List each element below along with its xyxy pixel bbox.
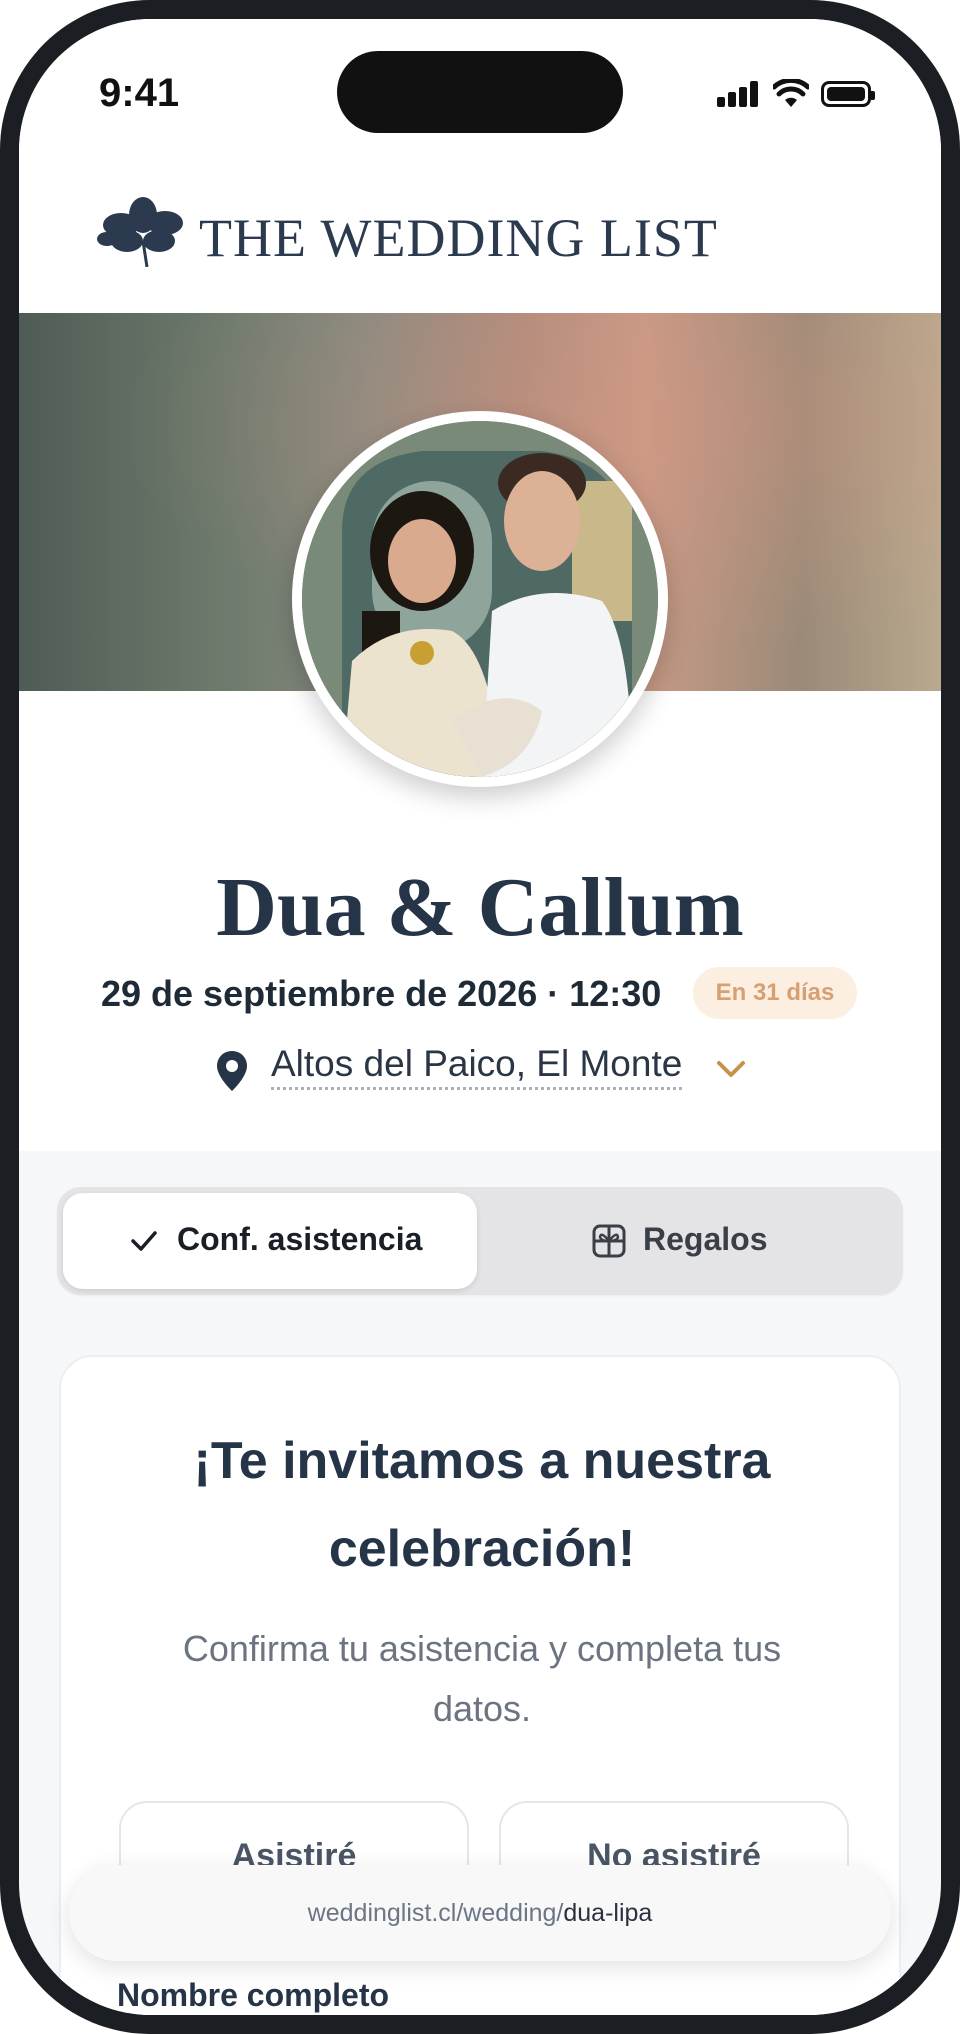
signal-icon	[717, 81, 759, 107]
couple-avatar	[292, 411, 668, 787]
brand-header[interactable]: THE WEDDING LIST	[19, 149, 941, 313]
invite-subtitle-line1: Confirma tu asistencia y completa tus	[182, 1628, 782, 1669]
location-row[interactable]: Altos del Paico, El Monte	[19, 1043, 941, 1103]
name-field-label: Nombre completo	[117, 1977, 390, 2013]
couple-photo	[302, 421, 658, 777]
tab-gifts[interactable]: Regalos	[483, 1193, 897, 1289]
tab-gifts-label: Regalos	[643, 1221, 768, 1257]
event-date-row: 29 de septiembre de 2026 · 12:30 En 31 d…	[19, 967, 941, 1027]
tab-rsvp-label: Conf. asistencia	[177, 1221, 423, 1257]
status-bar: 9:41	[19, 19, 941, 149]
phone-frame: 9:41 THE WEDDING LIST Dua & Callum 29 de…	[0, 0, 960, 2034]
event-date: 29 de septiembre de 2026 · 12:30	[101, 973, 662, 1014]
check-icon	[131, 1231, 157, 1251]
wifi-icon	[773, 79, 809, 107]
tab-rsvp[interactable]: Conf. asistencia	[63, 1193, 477, 1289]
dynamic-island	[337, 51, 623, 133]
invite-title: ¡Te invitamos a nuestra celebración!	[101, 1417, 863, 1593]
url-host: weddinglist.cl/wedding/	[307, 1899, 564, 1927]
location-link[interactable]: Altos del Paico, El Monte	[271, 1043, 683, 1090]
chevron-down-icon[interactable]	[715, 1057, 747, 1081]
invite-subtitle-line2: datos.	[432, 1688, 532, 1729]
invite-title-line1: ¡Te invitamos a nuestra	[193, 1432, 771, 1490]
invite-title-line2: celebración!	[328, 1520, 636, 1578]
status-time: 9:41	[99, 71, 180, 115]
gift-icon	[592, 1224, 626, 1258]
flower-logo-icon	[97, 197, 183, 267]
url-bar[interactable]: weddinglist.cl/wedding/dua-lipa	[69, 1865, 891, 1961]
countdown-badge: En 31 días	[693, 967, 857, 1019]
invite-subtitle: Confirma tu asistencia y completa tus da…	[151, 1619, 813, 1739]
url-path: dua-lipa	[563, 1899, 653, 1927]
brand-name: THE WEDDING LIST	[199, 208, 718, 268]
tab-switcher: Conf. asistencia Regalos	[57, 1187, 903, 1295]
screen: 9:41 THE WEDDING LIST Dua & Callum 29 de…	[19, 19, 941, 2015]
location-pin-icon	[217, 1051, 247, 1091]
couple-name: Dua & Callum	[216, 861, 744, 954]
battery-icon	[821, 81, 875, 107]
